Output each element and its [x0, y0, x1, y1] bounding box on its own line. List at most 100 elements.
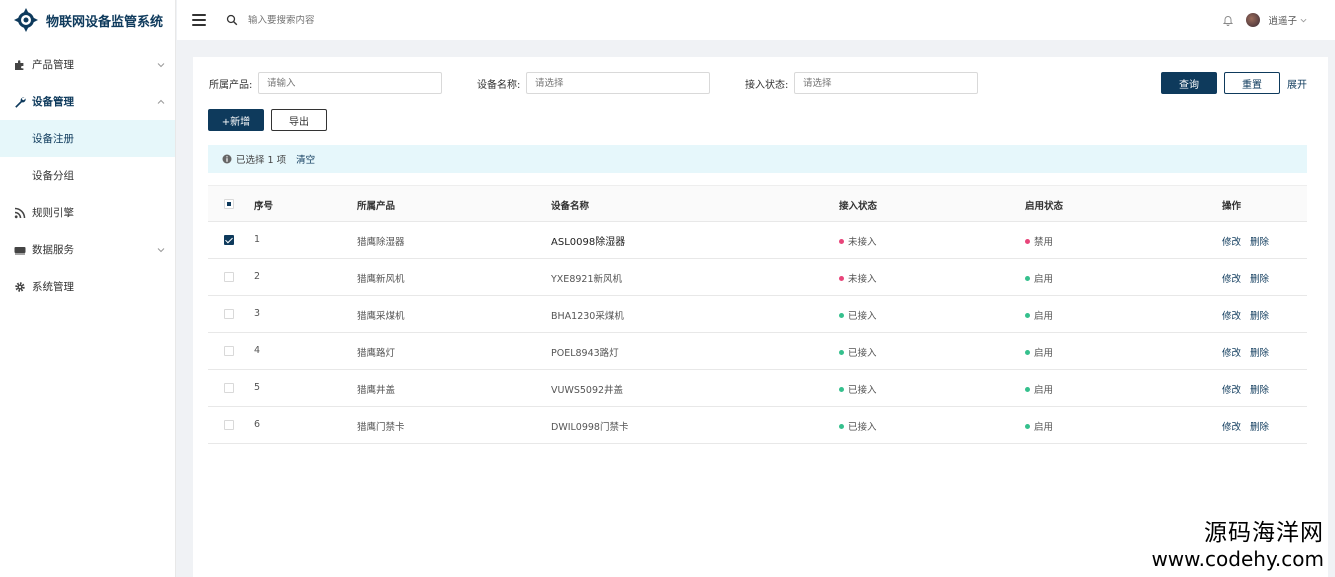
row-index: 6	[254, 419, 261, 430]
delete-link[interactable]: 删除	[1250, 234, 1269, 248]
sidebar-item-product[interactable]: 产品管理	[0, 46, 175, 83]
access-status-text: 已接入	[848, 385, 877, 396]
rss-icon	[14, 207, 26, 219]
table-row[interactable]: 1 猎鹰除湿器 ASL0098除湿器 未接入 禁用 修改 删除	[208, 222, 1307, 259]
row-checkbox[interactable]	[224, 420, 234, 430]
wrench-icon	[14, 96, 26, 108]
status-dot	[1025, 238, 1030, 244]
chevron-down-icon[interactable]	[1300, 17, 1307, 24]
device-filter-select[interactable]	[526, 72, 710, 94]
edit-link[interactable]: 修改	[1222, 419, 1241, 433]
reset-button[interactable]: 重置	[1224, 72, 1280, 94]
status-dot	[839, 275, 844, 281]
delete-link[interactable]: 删除	[1250, 271, 1269, 285]
menu-toggle-icon[interactable]	[192, 14, 206, 26]
status-dot	[1025, 275, 1030, 281]
row-product: 猎鹰井盖	[357, 385, 396, 396]
row-device-name: DWIL0998门禁卡	[551, 422, 629, 433]
table-row[interactable]: 4 猎鹰路灯 POEL8943路灯 已接入 启用 修改 删除	[208, 333, 1307, 370]
gear-icon	[14, 281, 26, 293]
enable-status-text: 启用	[1034, 348, 1054, 359]
access-status: 已接入	[839, 345, 877, 359]
product-filter-input[interactable]	[258, 72, 442, 94]
edit-link[interactable]: 修改	[1222, 308, 1241, 322]
delete-link[interactable]: 删除	[1250, 382, 1269, 396]
app-title: 物联网设备监管系统	[46, 14, 164, 30]
access-status: 未接入	[839, 271, 877, 285]
search-input[interactable]	[248, 14, 448, 26]
row-index: 2	[254, 271, 261, 282]
row-device-name: YXE8921新风机	[551, 274, 622, 285]
avatar[interactable]	[1246, 13, 1261, 27]
status-dot	[839, 386, 844, 392]
table-row[interactable]: 2 猎鹰新风机 YXE8921新风机 未接入 启用 修改 删除	[208, 259, 1307, 296]
edit-link[interactable]: 修改	[1222, 271, 1241, 285]
status-dot	[839, 349, 844, 355]
puzzle-icon	[14, 59, 26, 71]
enable-status-text: 启用	[1034, 385, 1054, 396]
chevron-up-icon	[157, 98, 165, 106]
access-status: 已接入	[839, 382, 877, 396]
table-row[interactable]: 6 猎鹰门禁卡 DWIL0998门禁卡 已接入 启用 修改 删除	[208, 407, 1307, 444]
status-dot	[1025, 349, 1030, 355]
product-filter-label: 所属产品:	[209, 80, 253, 91]
logo[interactable]: 物联网设备监管系统	[0, 0, 175, 40]
watermark: 源码海洋网 www.codehy.com	[1151, 519, 1324, 571]
query-button[interactable]: 查询	[1161, 72, 1217, 94]
access-filter-select[interactable]	[794, 72, 978, 94]
row-checkbox[interactable]	[224, 383, 234, 393]
add-button[interactable]: +新增	[208, 109, 264, 131]
access-status-text: 未接入	[848, 237, 877, 248]
expand-link[interactable]: 展开	[1287, 76, 1307, 91]
row-checkbox[interactable]	[224, 346, 234, 356]
bell-icon[interactable]	[1222, 14, 1234, 26]
row-checkbox[interactable]	[224, 309, 234, 319]
column-header: 启用状态	[1025, 201, 1064, 212]
sidebar-item-label: 规则引擎	[32, 207, 74, 219]
enable-status: 启用	[1025, 345, 1053, 359]
sidebar: 物联网设备监管系统 产品管理 设备管理 设备注册 设备分组 规则引擎 数据服务	[0, 0, 176, 577]
access-status-text: 未接入	[848, 274, 877, 285]
edit-link[interactable]: 修改	[1222, 234, 1241, 248]
row-product: 猎鹰门禁卡	[357, 422, 405, 433]
column-header: 序号	[254, 201, 274, 212]
enable-status-text: 禁用	[1034, 237, 1054, 248]
sidebar-item-device[interactable]: 设备管理	[0, 83, 175, 120]
row-index: 3	[254, 308, 261, 319]
username[interactable]: 逍遥子	[1268, 13, 1297, 27]
sidebar-item-data[interactable]: 数据服务	[0, 231, 175, 268]
sidebar-item-device-register[interactable]: 设备注册	[0, 120, 175, 157]
row-checkbox[interactable]	[224, 235, 234, 245]
delete-link[interactable]: 删除	[1250, 419, 1269, 433]
search-icon[interactable]	[226, 14, 238, 26]
filter-bar: 所属产品: 设备名称: 接入状态: 查询 重置 展开	[193, 72, 1328, 94]
clear-selection-link[interactable]: 清空	[296, 152, 315, 166]
enable-status: 启用	[1025, 419, 1053, 433]
row-checkbox[interactable]	[224, 272, 234, 282]
sidebar-item-system[interactable]: 系统管理	[0, 268, 175, 305]
row-device-name: VUWS5092井盖	[551, 385, 624, 396]
table-row[interactable]: 3 猎鹰采煤机 BHA1230采煤机 已接入 启用 修改 删除	[208, 296, 1307, 333]
enable-status-text: 启用	[1034, 274, 1054, 285]
table-row[interactable]: 5 猎鹰井盖 VUWS5092井盖 已接入 启用 修改 删除	[208, 370, 1307, 407]
delete-link[interactable]: 删除	[1250, 308, 1269, 322]
logo-icon	[14, 8, 38, 32]
row-device-name: ASL0098除湿器	[551, 237, 626, 248]
sidebar-item-label: 系统管理	[32, 281, 74, 293]
column-header: 操作	[1222, 201, 1242, 212]
edit-link[interactable]: 修改	[1222, 382, 1241, 396]
column-header: 设备名称	[551, 201, 590, 212]
sidebar-item-label: 设备管理	[32, 96, 74, 108]
select-all-checkbox[interactable]	[224, 199, 234, 209]
watermark-title: 源码海洋网	[1204, 520, 1324, 546]
keyboard-icon	[14, 244, 26, 256]
sidebar-item-device-group[interactable]: 设备分组	[0, 157, 175, 194]
top-header: 逍遥子	[177, 0, 1335, 40]
delete-link[interactable]: 删除	[1250, 345, 1269, 359]
export-button[interactable]: 导出	[271, 109, 327, 131]
access-status-text: 已接入	[848, 422, 877, 433]
edit-link[interactable]: 修改	[1222, 345, 1241, 359]
access-status-text: 已接入	[848, 348, 877, 359]
row-product: 猎鹰路灯	[357, 348, 396, 359]
sidebar-item-rules[interactable]: 规则引擎	[0, 194, 175, 231]
